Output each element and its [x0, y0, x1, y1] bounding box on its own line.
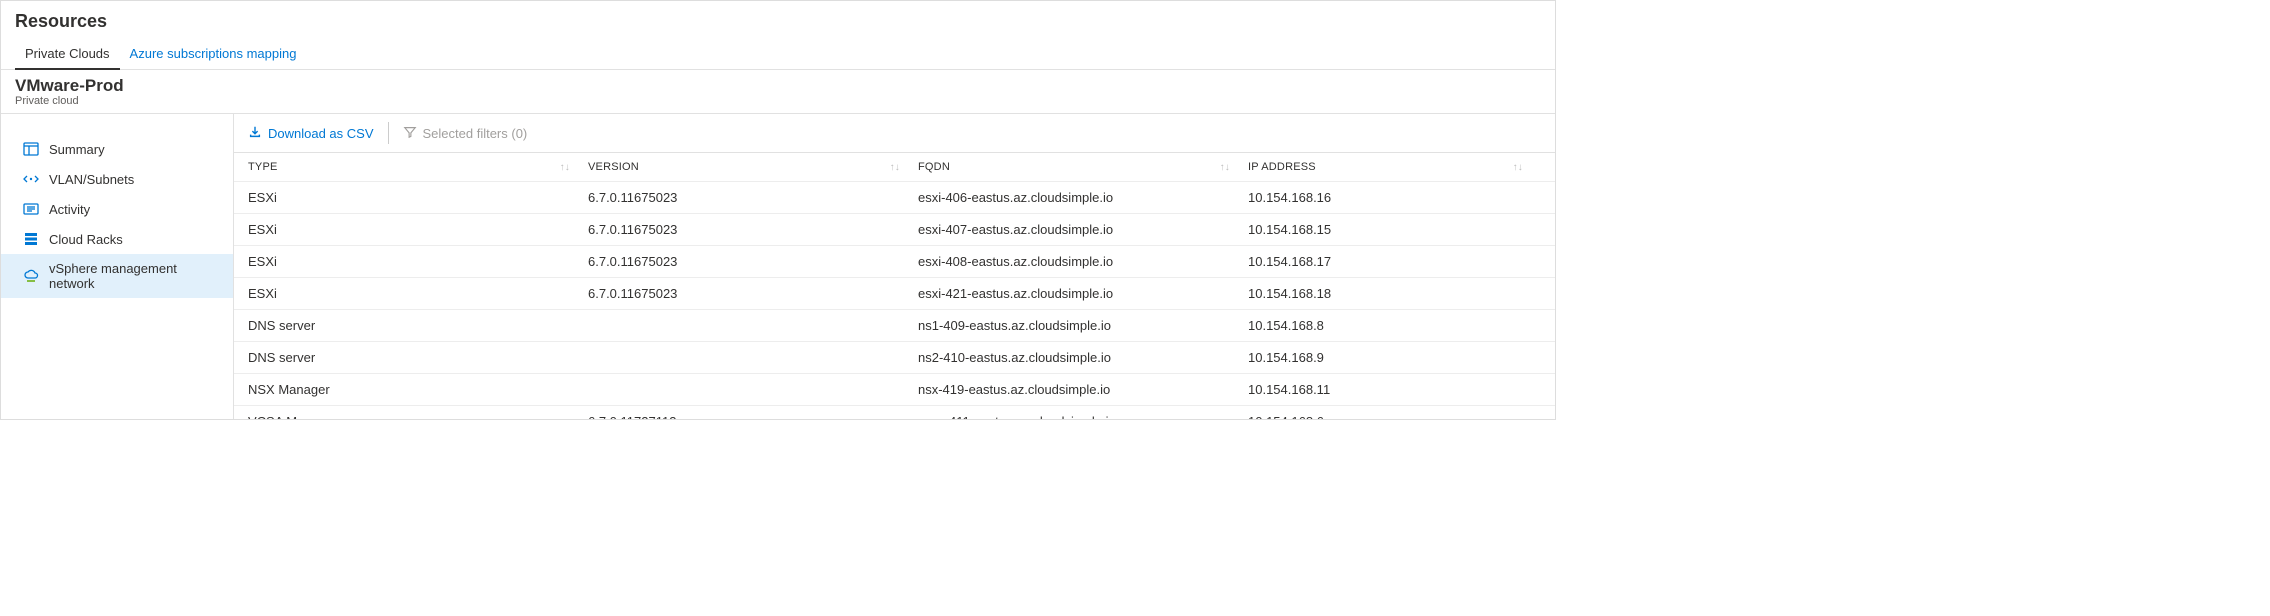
- cell-fqdn: esxi-421-eastus.az.cloudsimple.io: [918, 286, 1248, 301]
- cell-type: DNS server: [248, 318, 588, 333]
- table-row[interactable]: ESXi6.7.0.11675023esxi-421-eastus.az.clo…: [234, 278, 1555, 310]
- sidebar-item-cloud-racks[interactable]: Cloud Racks: [1, 224, 233, 254]
- column-header-fqdn[interactable]: FQDN ↑↓: [918, 161, 1248, 173]
- cell-ip: 10.154.168.6: [1248, 414, 1541, 420]
- table-row[interactable]: ESXi6.7.0.11675023esxi-408-eastus.az.clo…: [234, 246, 1555, 278]
- cell-ip: 10.154.168.17: [1248, 254, 1541, 269]
- table-header-row: TYPE ↑↓ VERSION ↑↓ FQDN ↑↓ IP ADDRESS ↑↓: [234, 153, 1555, 182]
- cloud-name: VMware-Prod: [15, 76, 1541, 96]
- cell-fqdn: ns1-409-eastus.az.cloudsimple.io: [918, 318, 1248, 333]
- table-row[interactable]: ESXi6.7.0.11675023esxi-406-eastus.az.clo…: [234, 182, 1555, 214]
- cell-type: DNS server: [248, 350, 588, 365]
- filter-label: Selected filters (0): [423, 126, 528, 141]
- sidebar-item-label: Cloud Racks: [49, 232, 123, 247]
- sidebar-item-label: vSphere management network: [49, 261, 219, 291]
- racks-icon: [23, 231, 39, 247]
- cell-ip: 10.154.168.8: [1248, 318, 1541, 333]
- table-row[interactable]: DNS server ns1-409-eastus.az.cloudsimple.…: [234, 310, 1555, 342]
- sidebar-item-label: VLAN/Subnets: [49, 172, 134, 187]
- toolbar: Download as CSV Selected filters (0): [234, 114, 1555, 153]
- filter-indicator[interactable]: Selected filters (0): [403, 125, 528, 142]
- sidebar-item-summary[interactable]: Summary: [1, 134, 233, 164]
- cell-fqdn: ns2-410-eastus.az.cloudsimple.io: [918, 350, 1248, 365]
- tab-private-clouds[interactable]: Private Clouds: [15, 40, 120, 69]
- cell-type: NSX Manager: [248, 382, 588, 397]
- filter-icon: [403, 125, 417, 142]
- sidebar: Summary VLAN/Subnets Activity Cloud Rack…: [1, 114, 233, 420]
- cell-version: 6.7.0.11675023: [588, 286, 918, 301]
- cell-type: ESXi: [248, 254, 588, 269]
- sidebar-item-vlan[interactable]: VLAN/Subnets: [1, 164, 233, 194]
- cell-ip: 10.154.168.18: [1248, 286, 1541, 301]
- sort-icon: ↑↓: [1220, 162, 1230, 173]
- sort-icon: ↑↓: [890, 162, 900, 173]
- table-body: ESXi6.7.0.11675023esxi-406-eastus.az.clo…: [234, 182, 1555, 420]
- download-label: Download as CSV: [268, 126, 374, 141]
- cloud-header: VMware-Prod Private cloud: [1, 70, 1555, 114]
- cell-ip: 10.154.168.11: [1248, 382, 1541, 397]
- vsphere-icon: [23, 268, 39, 284]
- cell-version: 6.7.0.11675023: [588, 190, 918, 205]
- column-header-ip[interactable]: IP ADDRESS ↑↓: [1248, 161, 1541, 173]
- tab-azure-subscriptions[interactable]: Azure subscriptions mapping: [120, 40, 307, 69]
- download-icon: [248, 125, 262, 142]
- table-row[interactable]: NSX Manager nsx-419-eastus.az.cloudsimple…: [234, 374, 1555, 406]
- column-header-type[interactable]: TYPE ↑↓: [248, 161, 588, 173]
- sidebar-item-label: Summary: [49, 142, 105, 157]
- column-header-version[interactable]: VERSION ↑↓: [588, 161, 918, 173]
- cloud-subtitle: Private cloud: [15, 95, 1541, 107]
- main-panel: Download as CSV Selected filters (0) TYP…: [233, 114, 1555, 420]
- cell-type: ESXi: [248, 286, 588, 301]
- cell-fqdn: esxi-406-eastus.az.cloudsimple.io: [918, 190, 1248, 205]
- cell-version: 6.7.0.11675023: [588, 222, 918, 237]
- vlan-icon: [23, 171, 39, 187]
- cell-ip: 10.154.168.9: [1248, 350, 1541, 365]
- cell-type: ESXi: [248, 190, 588, 205]
- cell-fqdn: vcsa-411-eastus.az.cloudsimple.io: [918, 414, 1248, 420]
- cell-fqdn: nsx-419-eastus.az.cloudsimple.io: [918, 382, 1248, 397]
- activity-icon: [23, 201, 39, 217]
- toolbar-divider: [388, 122, 389, 144]
- sidebar-item-activity[interactable]: Activity: [1, 194, 233, 224]
- page-title: Resources: [1, 1, 1555, 40]
- body: Summary VLAN/Subnets Activity Cloud Rack…: [1, 114, 1555, 420]
- cell-ip: 10.154.168.15: [1248, 222, 1541, 237]
- app-frame: Resources Private Clouds Azure subscript…: [0, 0, 1556, 420]
- cell-ip: 10.154.168.16: [1248, 190, 1541, 205]
- table-row[interactable]: DNS server ns2-410-eastus.az.cloudsimple.…: [234, 342, 1555, 374]
- cell-fqdn: esxi-407-eastus.az.cloudsimple.io: [918, 222, 1248, 237]
- sort-icon: ↑↓: [1513, 162, 1523, 173]
- cell-type: ESXi: [248, 222, 588, 237]
- cell-version: 6.7.0.11727113: [588, 414, 918, 420]
- cell-version: 6.7.0.11675023: [588, 254, 918, 269]
- tab-row: Private Clouds Azure subscriptions mappi…: [1, 40, 1555, 70]
- sidebar-item-vsphere[interactable]: vSphere management network: [1, 254, 233, 298]
- cell-type: VCSA Manager: [248, 414, 588, 420]
- summary-icon: [23, 141, 39, 157]
- table-row[interactable]: VCSA Manager6.7.0.11727113vcsa-411-eastu…: [234, 406, 1555, 420]
- sort-icon: ↑↓: [560, 162, 570, 173]
- sidebar-item-label: Activity: [49, 202, 90, 217]
- table-row[interactable]: ESXi6.7.0.11675023esxi-407-eastus.az.clo…: [234, 214, 1555, 246]
- download-csv-button[interactable]: Download as CSV: [248, 125, 374, 142]
- cell-fqdn: esxi-408-eastus.az.cloudsimple.io: [918, 254, 1248, 269]
